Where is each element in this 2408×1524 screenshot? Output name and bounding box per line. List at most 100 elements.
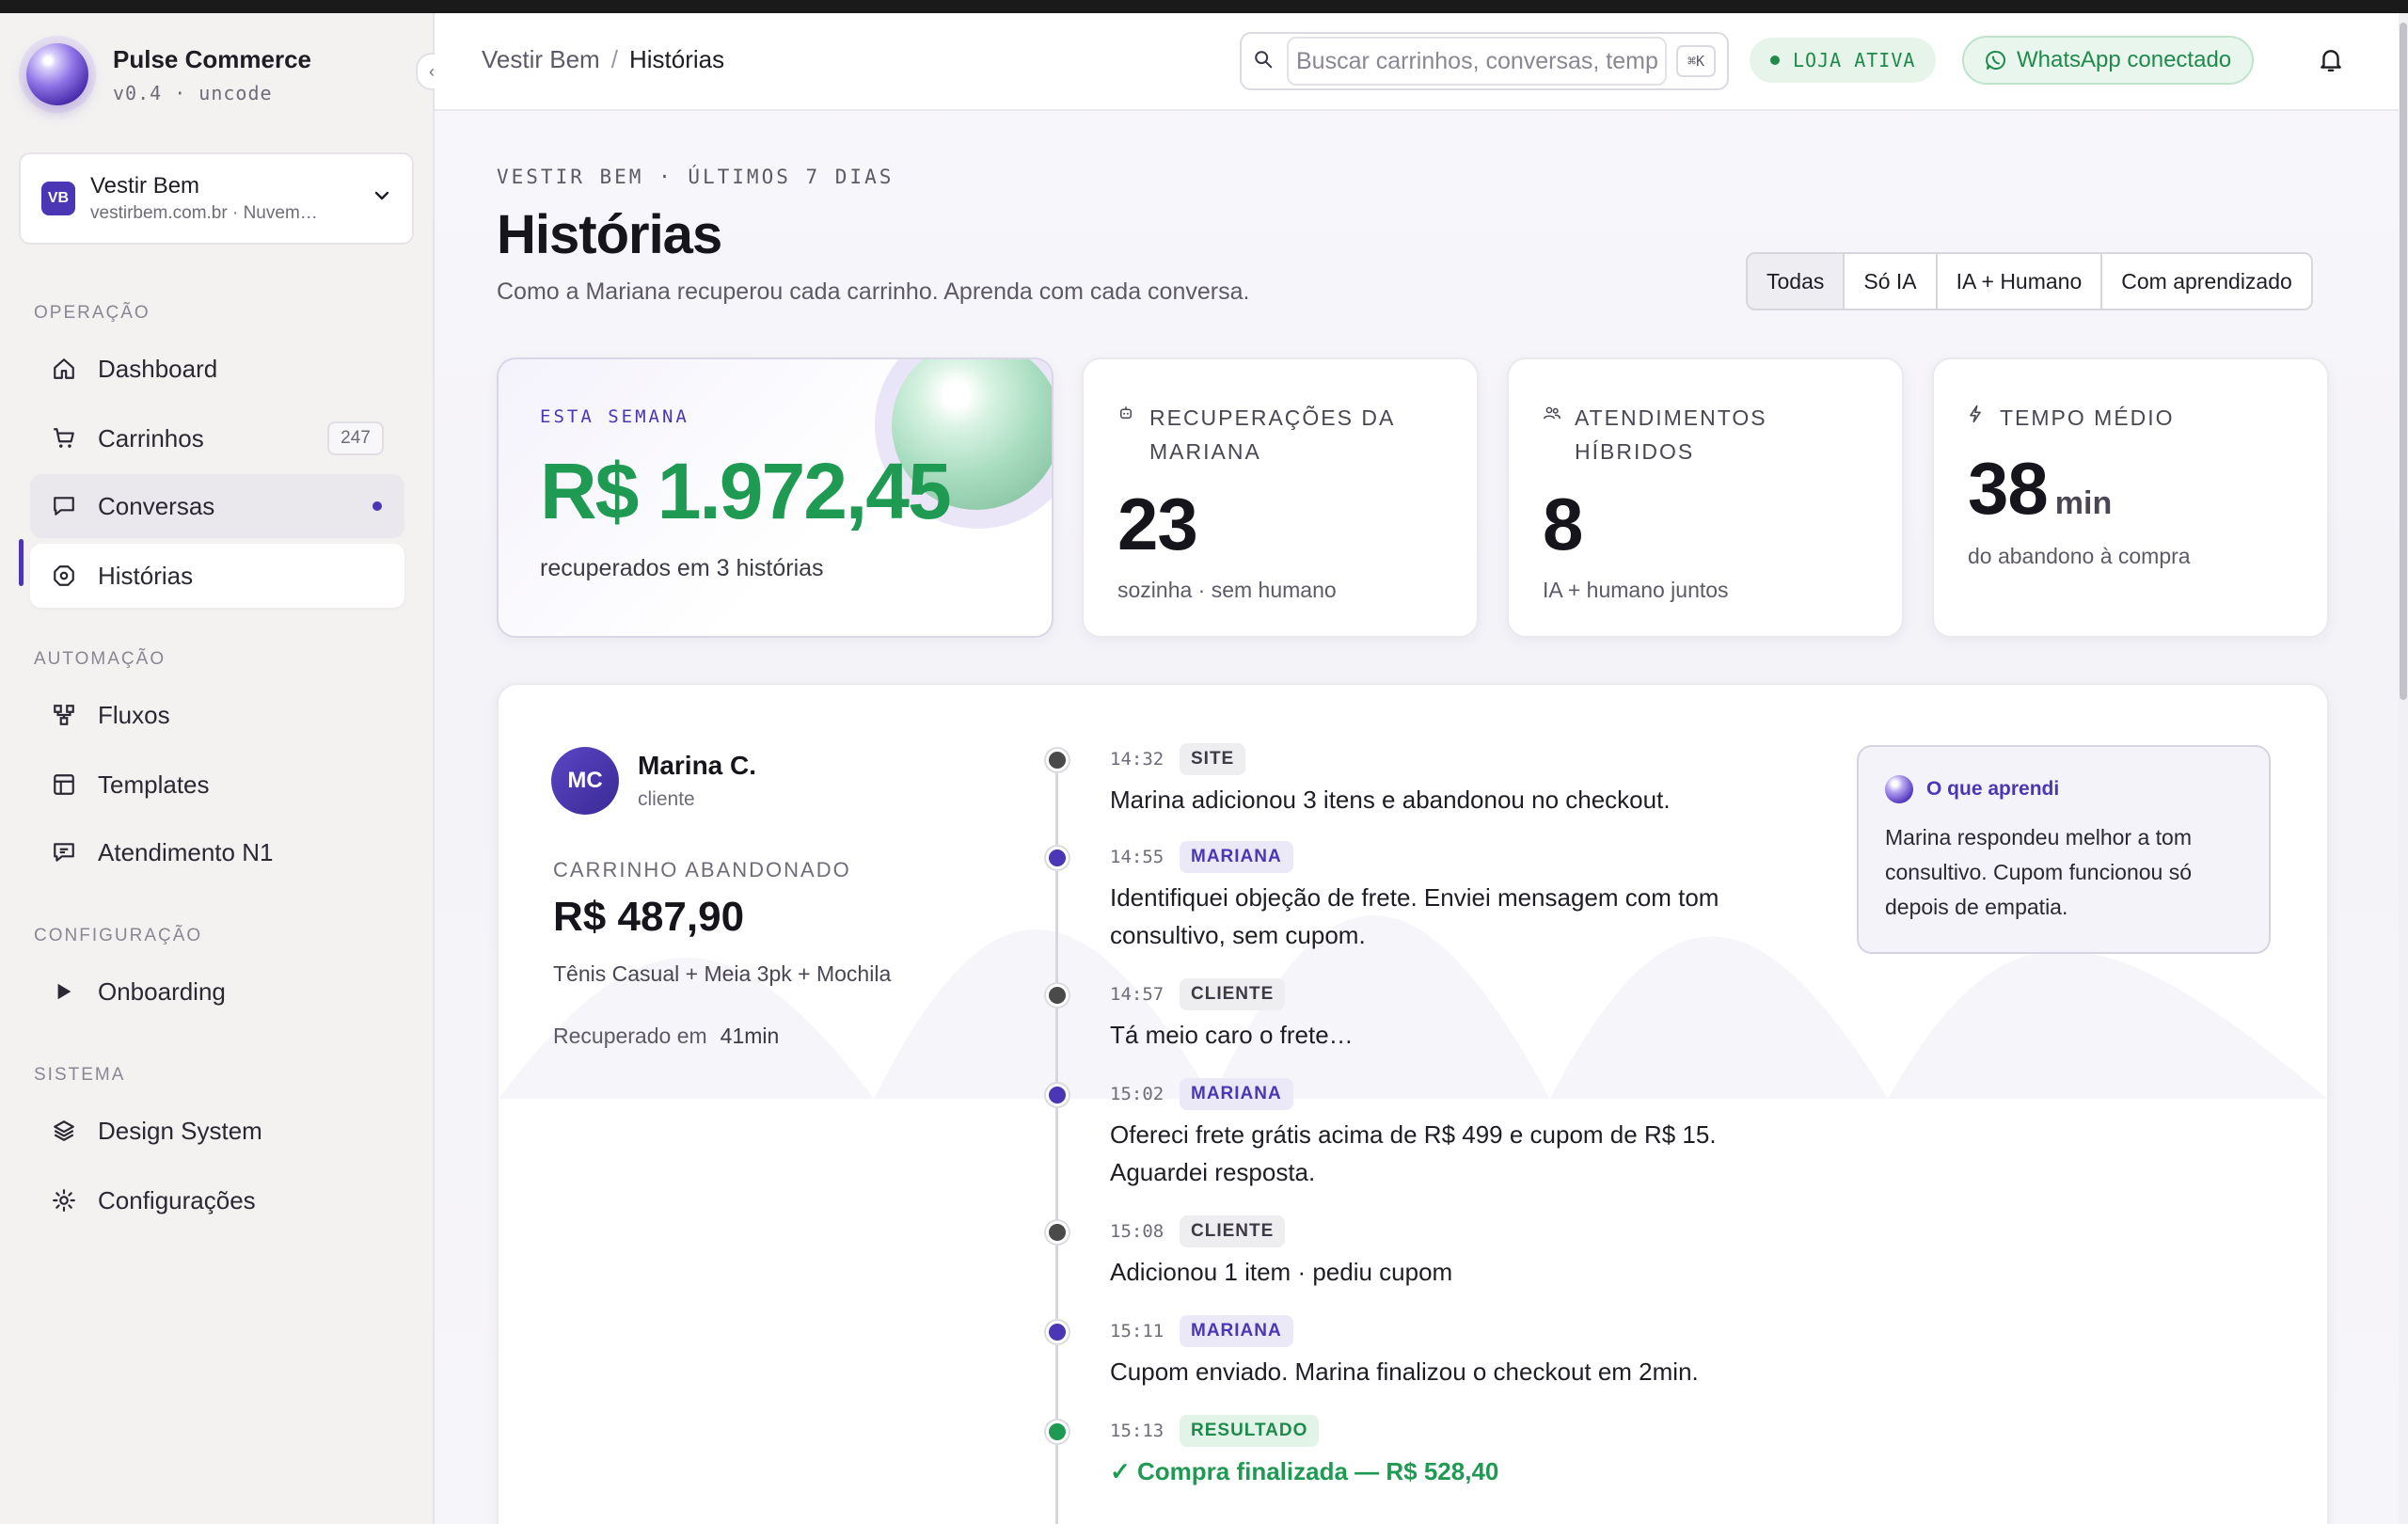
app-root: Pulse Commerce v0.4 · uncode ‹ VB Vestir…: [0, 13, 2408, 1524]
home-icon: [51, 356, 77, 382]
ai-orb-icon: [1885, 775, 1913, 803]
breadcrumb-store[interactable]: Vestir Bem: [482, 45, 600, 73]
cart-count-badge: 247: [327, 421, 384, 455]
filter-com-aprendizado[interactable]: Com aprendizado: [2102, 254, 2311, 309]
whatsapp-status-button[interactable]: WhatsApp conectado: [1962, 36, 2255, 85]
stat-sub: sozinha · sem humano: [1117, 578, 1337, 602]
settings-icon: [51, 1187, 77, 1214]
timeline-dot: [1046, 1421, 1069, 1443]
main-content: Vestir Bem / Histórias ⌘K LOJA ATIVA Whats…: [435, 13, 2408, 1524]
app-name: Pulse Commerce: [113, 44, 311, 73]
breadcrumb-current: Histórias: [628, 45, 725, 73]
bot-icon: [1117, 405, 1138, 426]
nav-section-automacao: AUTOMAÇÃO: [34, 649, 166, 669]
event-text: Adicionou 1 item · pediu cupom: [1110, 1258, 1453, 1286]
app-version: v0.4 · uncode: [113, 81, 273, 104]
play-icon: [51, 978, 77, 1005]
event-tag: MARIANA: [1180, 1078, 1293, 1110]
support-chat-icon: [51, 839, 77, 865]
timeline-dot: [1046, 1321, 1069, 1343]
chat-icon: [51, 493, 77, 519]
event-tag: RESULTADO: [1180, 1415, 1320, 1447]
event-text: Tá meio caro o frete…: [1110, 1021, 1354, 1049]
filter-so-ia[interactable]: Só IA: [1845, 254, 1938, 309]
stat-card-recuperacoes: RECUPERAÇÕES DA MARIANA 23 sozinha · sem…: [1082, 357, 1479, 638]
breadcrumb-separator: /: [610, 45, 618, 73]
timeline-line: [1055, 758, 1058, 1524]
stat-card-hibridos: ATENDIMENTOS HÍBRIDOS 8 IA + humano junt…: [1507, 357, 1904, 638]
learning-title: O que aprendi: [1926, 778, 2060, 800]
users-icon: [1543, 405, 1563, 426]
search-input[interactable]: [1287, 37, 1667, 86]
notifications-button[interactable]: [2316, 45, 2346, 79]
sidebar: Pulse Commerce v0.4 · uncode ‹ VB Vestir…: [0, 13, 448, 1524]
store-avatar: VB: [41, 182, 75, 215]
stat-label: TEMPO MÉDIO: [2000, 405, 2175, 430]
sidebar-item-carrinhos[interactable]: Carrinhos 247: [30, 406, 404, 470]
sidebar-item-configuracoes[interactable]: Configurações: [30, 1168, 404, 1232]
search-box: ⌘K: [1240, 32, 1729, 90]
sidebar-item-label: Templates: [98, 770, 210, 799]
event-tag: SITE: [1180, 743, 1246, 775]
event-time: 15:11: [1110, 1321, 1164, 1341]
layers-icon: [51, 1118, 77, 1144]
story-card: MC Marina C. cliente CARRINHO ABANDONADO…: [497, 683, 2329, 1524]
weekly-label: ESTA SEMANA: [540, 406, 689, 427]
stat-value: 38: [1968, 447, 2049, 530]
filter-todas[interactable]: Todas: [1748, 254, 1846, 309]
sidebar-item-fluxos[interactable]: Fluxos: [30, 683, 404, 747]
unread-indicator: [372, 501, 382, 511]
learning-card: O que aprendi Marina respondeu melhor a …: [1857, 745, 2271, 954]
event-time: 14:32: [1110, 749, 1164, 770]
event-text: Ofereci frete grátis acima de R$ 499 e c…: [1110, 1120, 1717, 1186]
store-name: Vestir Bem: [90, 173, 200, 198]
sidebar-item-label: Atendimento N1: [98, 837, 274, 866]
bolt-icon: [1968, 405, 1988, 428]
sidebar-item-onboarding[interactable]: Onboarding: [30, 960, 404, 1024]
active-indicator: [19, 539, 24, 586]
event-tag: CLIENTE: [1180, 978, 1286, 1010]
sidebar-item-conversas[interactable]: Conversas: [30, 474, 404, 538]
flow-icon: [51, 702, 77, 728]
sidebar-item-templates[interactable]: Templates: [30, 753, 404, 817]
scrollbar-thumb[interactable]: [2400, 23, 2407, 700]
sidebar-item-atendimento[interactable]: Atendimento N1: [30, 820, 404, 884]
recovered-value: 41min: [720, 1024, 780, 1048]
stat-label: ATENDIMENTOS HÍBRIDOS: [1575, 405, 1767, 464]
page-eyebrow: VESTIR BEM · ÚLTIMOS 7 DIAS: [497, 166, 895, 188]
page-scrollbar[interactable]: [2399, 13, 2408, 1524]
timeline-dot: [1046, 847, 1069, 869]
sidebar-item-dashboard[interactable]: Dashboard: [30, 337, 404, 401]
cart-label: CARRINHO ABANDONADO: [553, 858, 851, 881]
event-text: ✓ Compra finalizada — R$ 528,40: [1110, 1457, 1499, 1485]
customer-header: MC Marina C. cliente: [551, 747, 756, 815]
event-time: 14:55: [1110, 847, 1164, 867]
whatsapp-icon: [1985, 49, 2007, 71]
timeline-dot: [1046, 749, 1069, 771]
brand: Pulse Commerce v0.4 · uncode: [26, 43, 311, 105]
sidebar-item-label: Conversas: [98, 491, 215, 520]
window-top-strip: [0, 0, 2408, 13]
store-switcher[interactable]: VB Vestir Bem vestirbem.com.br · Nuvem…: [19, 152, 414, 245]
customer-role: cliente: [638, 788, 695, 810]
event-time: 15:13: [1110, 1421, 1164, 1441]
event-time: 15:08: [1110, 1221, 1164, 1242]
top-header: Vestir Bem / Histórias ⌘K LOJA ATIVA Whats…: [435, 13, 2407, 111]
stat-card-tempo-medio: TEMPO MÉDIO 38 min do abandono à compra: [1932, 357, 2329, 638]
sidebar-item-label: Fluxos: [98, 700, 170, 729]
whatsapp-status-label: WhatsApp conectado: [2017, 47, 2232, 72]
filter-ia-humano[interactable]: IA + Humano: [1937, 254, 2103, 309]
timeline-dot: [1046, 1084, 1069, 1106]
history-icon: [51, 563, 77, 589]
stat-sub: IA + humano juntos: [1543, 578, 1729, 602]
sidebar-item-historias[interactable]: Histórias: [30, 544, 404, 608]
sidebar-item-label: Histórias: [98, 561, 194, 590]
sidebar-item-design-system[interactable]: Design System: [30, 1099, 404, 1163]
sidebar-item-label: Design System: [98, 1116, 262, 1145]
nav-section-sistema: SISTEMA: [34, 1065, 126, 1085]
sidebar-item-label: Carrinhos: [98, 423, 204, 452]
story-filter-group: Todas Só IA IA + Humano Com aprendizado: [1746, 252, 2313, 310]
sidebar-item-label: Dashboard: [98, 354, 218, 383]
customer-name[interactable]: Marina C.: [638, 751, 756, 781]
event-text: Cupom enviado. Marina finalizou o checko…: [1110, 1357, 1699, 1386]
